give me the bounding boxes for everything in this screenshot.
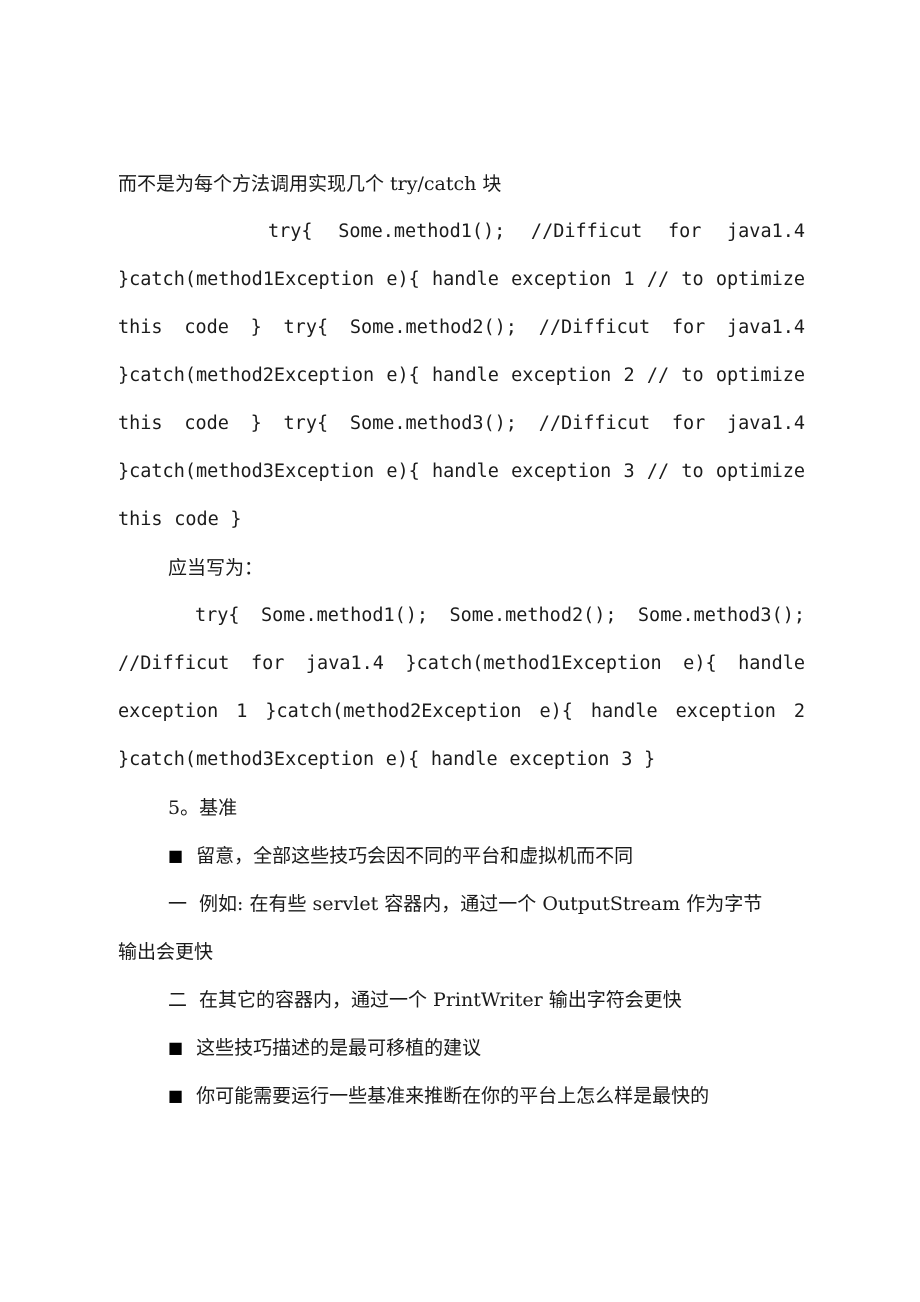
bullet-item-1: ■ 留意，全部这些技巧会因不同的平台和虚拟机而不同 <box>118 832 805 880</box>
section-heading: 5。基准 <box>168 797 238 819</box>
bullet-item-3-text: 在其它的容器内，通过一个 PrintWriter 输出字符会更快 <box>199 989 682 1011</box>
square-bullet-icon: ■ <box>168 846 184 865</box>
bullet-item-1-text: 留意，全部这些技巧会因不同的平台和虚拟机而不同 <box>196 845 634 867</box>
bullet-item-2: 一例如: 在有些 servlet 容器内，通过一个 OutputStream 作… <box>118 880 805 928</box>
intro-paragraph: 而不是为每个方法调用实现几个 try/catch 块 <box>118 173 502 195</box>
top-margin-spacer <box>118 0 805 160</box>
should-write-label: 应当写为： <box>168 557 264 579</box>
bullet-item-5-text: 你可能需要运行一些基准来推断在你的平台上怎么样是最快的 <box>196 1085 710 1107</box>
bullet-item-3: 二在其它的容器内，通过一个 PrintWriter 输出字符会更快 <box>118 976 805 1024</box>
square-bullet-icon: ■ <box>168 1086 184 1105</box>
bullet-item-2-text: 例如: 在有些 servlet 容器内，通过一个 OutputStream 作为… <box>199 893 763 915</box>
bullet-item-4: ■ 这些技巧描述的是最可移植的建议 <box>118 1024 805 1072</box>
code-block-1-text: try{ Some.method1(); //Difficut for java… <box>118 221 805 530</box>
square-bullet-icon: ■ <box>168 1038 184 1057</box>
bullet-item-5: ■ 你可能需要运行一些基准来推断在你的平台上怎么样是最快的 <box>118 1072 805 1120</box>
code-block-2: try{ Some.method1(); Some.method2(); Som… <box>118 592 805 784</box>
bullet-item-2-continuation: 输出会更快 <box>118 941 214 963</box>
document-page: 而不是为每个方法调用实现几个 try/catch 块 try{ Some.met… <box>0 0 920 1302</box>
dash-one-bullet-icon: 一 <box>168 893 188 915</box>
bullet-item-4-text: 这些技巧描述的是最可移植的建议 <box>196 1037 482 1059</box>
code-block-2-text: try{ Some.method1(); Some.method2(); Som… <box>118 605 805 770</box>
dash-two-bullet-icon: 二 <box>168 989 188 1011</box>
code-block-1: try{ Some.method1(); //Difficut for java… <box>118 208 805 544</box>
